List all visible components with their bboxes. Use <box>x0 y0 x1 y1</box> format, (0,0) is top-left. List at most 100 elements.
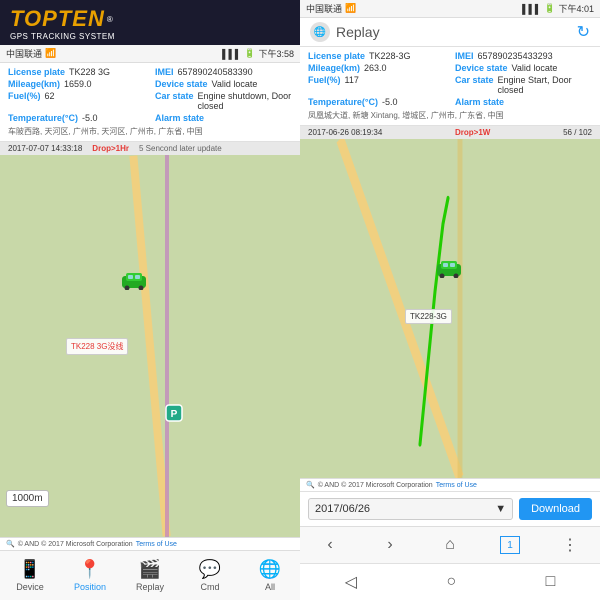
page-counter-bar: 56 / 102 <box>563 128 592 137</box>
waypoint-marker: P <box>165 404 183 422</box>
nav-cmd[interactable]: 💬 Cmd <box>180 555 240 596</box>
map-time-bar-right: 2017-06-26 08:19:34 Drop>1W 56 / 102 <box>300 126 600 139</box>
time-left: 下午3:58 <box>258 47 294 60</box>
r-fuel-value: 117 <box>345 75 359 95</box>
signal-right: ▌▌▌ <box>522 4 541 14</box>
zoom-control-left: 1000m <box>6 490 49 507</box>
r-mileage-value: 263.0 <box>364 63 387 73</box>
r-car-state-value: Engine Start, Door closed <box>498 75 592 95</box>
topten-subtitle: GPS TRACKING SYSTEM <box>10 32 290 41</box>
terms-link-right[interactable]: Terms of Use <box>436 482 477 489</box>
r-fuel-label: Fuel(%) <box>308 75 341 95</box>
r-alarm-row: Alarm state <box>455 97 592 107</box>
drop-badge-left: Drop>1Hr <box>92 144 129 153</box>
nav-back[interactable]: ‹ <box>300 531 360 559</box>
fuel-value: 62 <box>45 91 55 111</box>
alarm-label: Alarm state <box>155 113 204 123</box>
date-selector[interactable]: 2017/06/26 ▼ <box>308 498 513 520</box>
signal-left: ▌▌▌ <box>222 49 241 59</box>
status-bar-left: 中国联通 📶 <box>6 47 56 60</box>
map-copyright-left: 🔍 © AND © 2017 Microsoft Corporation Ter… <box>0 537 300 550</box>
topten-logo: TOPTEN ® <box>10 6 290 32</box>
nav-all[interactable]: 🌐 All <box>240 555 300 596</box>
download-button[interactable]: Download <box>519 498 592 520</box>
nav-more[interactable]: ⋮ <box>540 531 600 559</box>
r-imei-label: IMEI <box>455 51 474 61</box>
mileage-value: 1659.0 <box>64 79 92 89</box>
battery-left: 🔋 <box>244 48 255 59</box>
r-temp-row: Temperature(°C) -5.0 <box>308 97 445 107</box>
terms-link-left[interactable]: Terms of Use <box>136 541 177 548</box>
nav-device-label: Device <box>16 582 44 592</box>
map-copyright-right: 🔍 © AND © 2017 Microsoft Corporation Ter… <box>300 478 600 491</box>
car-state-value: Engine shutdown, Door closed <box>198 91 292 111</box>
r-mileage-label: Mileage(km) <box>308 63 360 73</box>
more-icon: ⋮ <box>562 535 578 555</box>
home-icon: ⌂ <box>445 536 455 554</box>
date-bar: 2017/06/26 ▼ Download <box>300 491 600 526</box>
android-back-icon[interactable]: ◁ <box>325 568 377 596</box>
left-phone: TOPTEN ® GPS TRACKING SYSTEM 中国联通 📶 ▌▌▌ … <box>0 0 300 600</box>
right-info-grid: License plate TK228-3G IMEI 657890235433… <box>308 51 592 107</box>
replay-globe-icon: 🌐 <box>310 22 330 42</box>
map-area-right: TK228-3G <box>300 139 600 478</box>
mileage-label: Mileage(km) <box>8 79 60 89</box>
forward-arrow-icon: › <box>387 536 392 554</box>
r-temp-label: Temperature(°C) <box>308 97 378 107</box>
temp-row: Temperature(°C) -5.0 <box>8 113 145 123</box>
car-state-label: Car state <box>155 91 194 111</box>
r-license-value: TK228-3G <box>369 51 411 61</box>
android-nav-right: ◁ ○ □ <box>300 563 600 600</box>
drop-badge-right: Drop>1W <box>455 128 490 137</box>
refresh-icon[interactable]: ↻ <box>577 22 590 42</box>
device-icon: 📱 <box>19 559 41 580</box>
nav-forward[interactable]: › <box>360 531 420 559</box>
topten-header: TOPTEN ® GPS TRACKING SYSTEM <box>0 0 300 45</box>
license-label: License plate <box>8 67 65 77</box>
info-grid: License plate TK228 3G IMEI 657890240583… <box>8 67 292 123</box>
imei-label: IMEI <box>155 67 174 77</box>
temp-label: Temperature(°C) <box>8 113 78 123</box>
r-device-state-label: Device state <box>455 63 508 73</box>
carrier-right: 中国联通 <box>306 2 342 15</box>
page-number: 1 <box>507 540 513 551</box>
copyright-text-left: © AND © 2017 Microsoft Corporation <box>18 541 133 548</box>
road-purple <box>165 155 169 537</box>
cmd-icon: 💬 <box>199 559 221 580</box>
device-state-row: Device state Valid locate <box>155 79 292 89</box>
r-car-state-row: Car state Engine Start, Door closed <box>455 75 592 95</box>
copyright-text-right: © AND © 2017 Microsoft Corporation <box>318 482 433 489</box>
r-temp-value: -5.0 <box>382 97 398 107</box>
all-icon: 🌐 <box>259 559 281 580</box>
license-value: TK228 3G <box>69 67 110 77</box>
chevron-down-icon: ▼ <box>495 503 506 515</box>
android-home-icon[interactable]: ○ <box>426 569 476 595</box>
r-imei-row: IMEI 657890235433293 <box>455 51 592 61</box>
android-recent-icon[interactable]: □ <box>526 569 576 595</box>
right-info-panel: License plate TK228-3G IMEI 657890235433… <box>300 47 600 126</box>
right-phone: 中国联通 📶 ▌▌▌ 🔋 下午4:01 🌐 Replay ↻ License p… <box>300 0 600 600</box>
nav-home-right[interactable]: ⌂ <box>420 531 480 559</box>
r-license-label: License plate <box>308 51 365 61</box>
right-status-bar: 中国联通 📶 ▌▌▌ 🔋 下午4:01 <box>300 0 600 18</box>
r-license-row: License plate TK228-3G <box>308 51 445 61</box>
nav-position[interactable]: 📍 Position <box>60 555 120 596</box>
replay-header: 🌐 Replay ↻ <box>300 18 600 47</box>
back-arrow-icon: ‹ <box>327 536 332 554</box>
nav-position-label: Position <box>74 582 106 592</box>
bing-icon-right: 🔍 <box>306 481 315 489</box>
mileage-row: Mileage(km) 1659.0 <box>8 79 145 89</box>
r-device-state-row: Device state Valid locate <box>455 63 592 73</box>
replay-icon: 🎬 <box>139 559 161 580</box>
wifi-icon-right: 📶 <box>345 3 356 14</box>
device-state-value: Valid locate <box>212 79 258 89</box>
fuel-label: Fuel(%) <box>8 91 41 111</box>
nav-page[interactable]: 1 <box>480 531 540 559</box>
left-info-panel: License plate TK228 3G IMEI 657890240583… <box>0 63 300 142</box>
nav-replay[interactable]: 🎬 Replay <box>120 555 180 596</box>
right-status-left: 中国联通 📶 <box>306 2 356 15</box>
right-status-right: ▌▌▌ 🔋 下午4:01 <box>522 2 594 15</box>
car-marker-left <box>120 270 144 290</box>
nav-device[interactable]: 📱 Device <box>0 555 60 596</box>
map-datetime-left: 2017-07-07 14:33:18 <box>8 144 82 153</box>
